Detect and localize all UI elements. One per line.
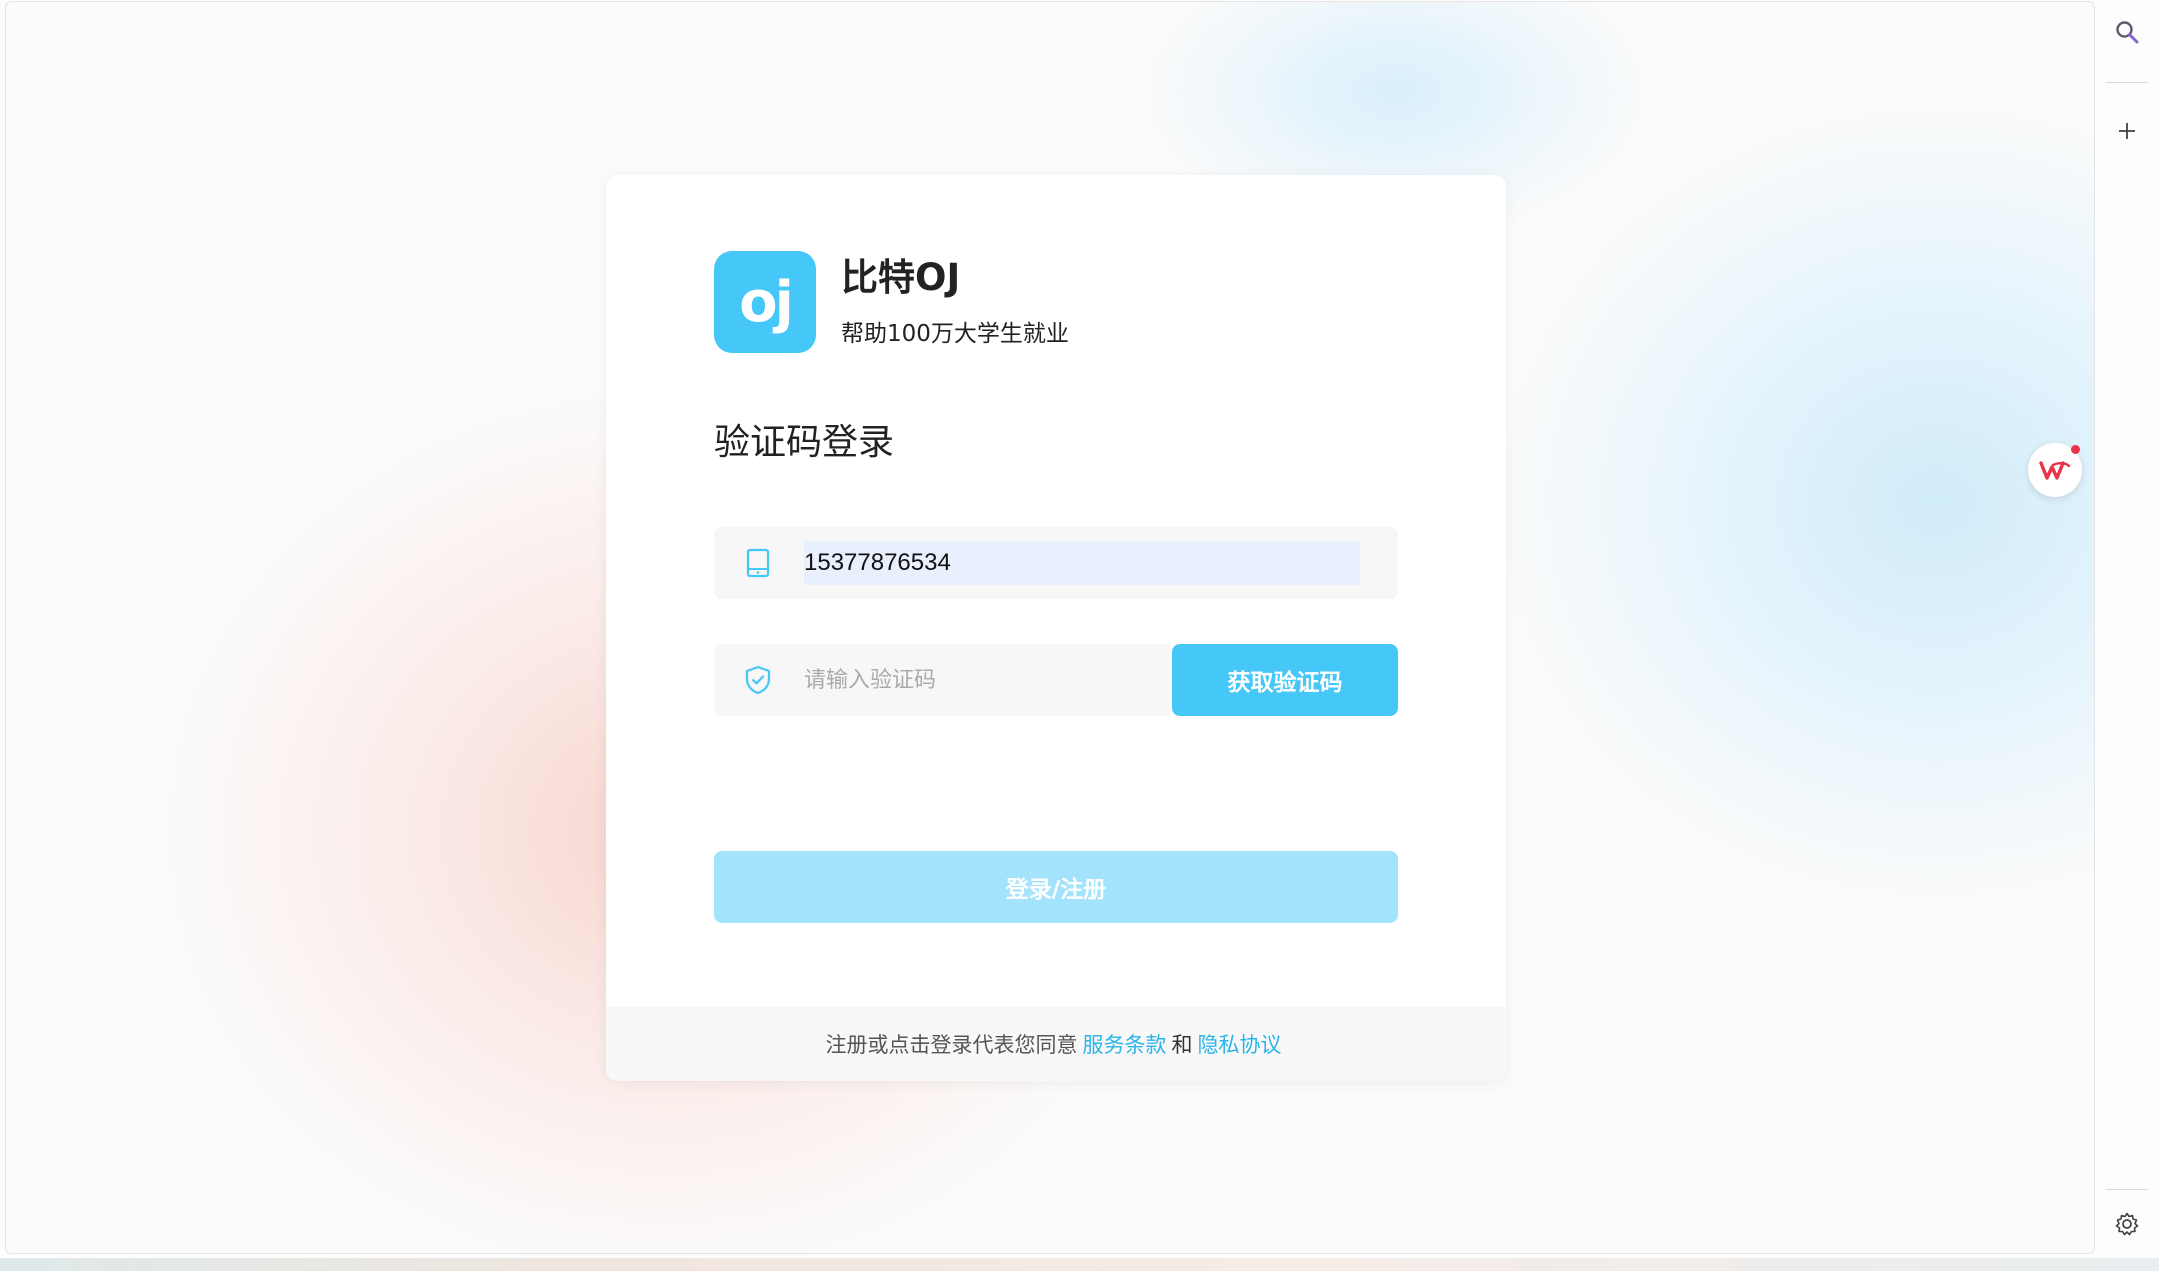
- terms-link[interactable]: 服务条款: [1083, 1029, 1167, 1059]
- agreement-join: 和: [1171, 1033, 1193, 1057]
- sidebar-settings-button[interactable]: [2109, 1206, 2145, 1242]
- brand-name: 比特OJ: [841, 256, 961, 299]
- plus-icon: [2119, 123, 2135, 139]
- sidebar-search-button[interactable]: [2109, 14, 2145, 50]
- login-heading: 验证码登录: [714, 422, 895, 463]
- wps-float-button[interactable]: [2028, 443, 2082, 497]
- brand-slogan: 帮助100万大学生就业: [841, 321, 1069, 347]
- agreement-prefix: 注册或点击登录代表您同意: [825, 1033, 1078, 1057]
- sidebar-add-button[interactable]: [2109, 113, 2145, 149]
- brand-text: 比特OJ 帮助100万大学生就业: [841, 256, 1069, 348]
- browser-sidebar: [2096, 0, 2159, 1271]
- phone-input[interactable]: [804, 541, 1360, 585]
- privacy-link[interactable]: 隐私协议: [1198, 1029, 1282, 1059]
- oj-logo: oj: [714, 251, 816, 353]
- gear-icon: [2115, 1212, 2139, 1236]
- login-register-button[interactable]: 登录/注册: [714, 851, 1398, 923]
- agreement-footer: 注册或点击登录代表您同意 服务条款 和 隐私协议: [606, 1007, 1506, 1081]
- shield-check-icon: [745, 665, 771, 695]
- login-card: oj 比特OJ 帮助100万大学生就业 验证码登录 获取验证码 登录/: [606, 175, 1506, 1081]
- taskbar-strip: [0, 1258, 2159, 1271]
- wps-icon: [2039, 461, 2071, 480]
- sidebar-divider: [2106, 82, 2148, 83]
- code-field: [714, 644, 1170, 716]
- browser-viewport: oj 比特OJ 帮助100万大学生就业 验证码登录 获取验证码 登录/: [5, 1, 2095, 1254]
- code-input[interactable]: [804, 658, 1144, 702]
- brand-header: oj 比特OJ 帮助100万大学生就业: [714, 251, 1069, 353]
- notification-dot: [2071, 445, 2080, 454]
- get-code-button[interactable]: 获取验证码: [1172, 644, 1398, 716]
- search-icon: [2116, 21, 2139, 44]
- logo-text: oj: [739, 269, 794, 335]
- background-blob-blue: [1486, 92, 2094, 912]
- sidebar-divider: [2106, 1189, 2148, 1190]
- tablet-icon: [746, 548, 770, 578]
- phone-field: [714, 527, 1398, 599]
